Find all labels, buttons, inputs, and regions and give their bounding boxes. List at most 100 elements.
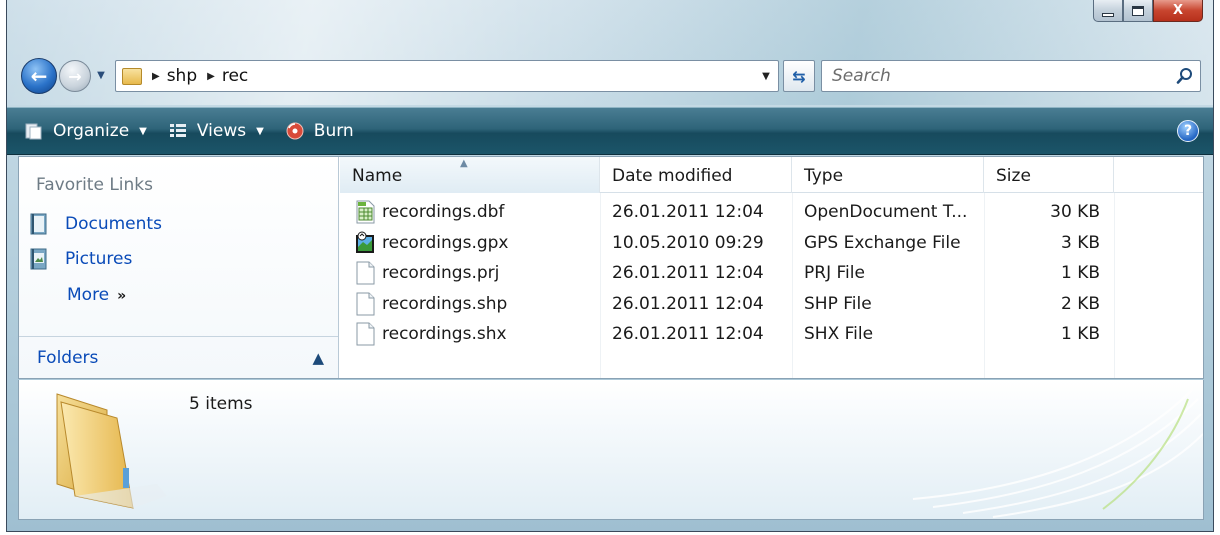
recent-pages-dropdown[interactable]: ▼ bbox=[94, 69, 108, 83]
column-header-label: Name bbox=[352, 166, 403, 186]
burn-label: Burn bbox=[313, 121, 354, 141]
views-menu[interactable]: Views ▼ bbox=[163, 116, 268, 146]
search-icon[interactable] bbox=[1170, 67, 1200, 85]
refresh-button[interactable]: ⇆ bbox=[783, 60, 815, 92]
command-bar: Organize ▼ Views ▼ Burn ? bbox=[7, 107, 1213, 155]
organize-label: Organize bbox=[53, 121, 130, 141]
file-row[interactable]: recordings.shx 26.01.2011 12:04 SHX File… bbox=[340, 319, 1203, 350]
column-header-label: Size bbox=[996, 166, 1031, 186]
file-name-cell: recordings.dbf bbox=[340, 200, 600, 224]
file-name-cell: recordings.shp bbox=[340, 292, 600, 316]
details-pane: 5 items bbox=[18, 380, 1204, 520]
favorite-link-label: Pictures bbox=[65, 249, 133, 269]
maximize-icon bbox=[1132, 5, 1144, 16]
burn-button[interactable]: Burn bbox=[280, 116, 358, 146]
column-header-label: Date modified bbox=[612, 166, 733, 186]
burn-disc-icon bbox=[284, 121, 306, 141]
help-icon: ? bbox=[1183, 123, 1193, 139]
file-name: recordings.shx bbox=[382, 324, 507, 345]
explorer-window: X ← → ▼ ▶ shp ▶ rec ▼ ⇆ Organize ▼ bbox=[6, 0, 1214, 532]
file-type: SHX File bbox=[804, 324, 874, 345]
file-size: 1 KB bbox=[1060, 263, 1100, 284]
column-header-size[interactable]: Size bbox=[984, 157, 1114, 193]
file-size: 2 KB bbox=[1060, 293, 1100, 314]
breadcrumb-separator-icon[interactable]: ▶ bbox=[152, 71, 160, 82]
file-name: recordings.shp bbox=[382, 293, 508, 314]
documents-icon bbox=[30, 213, 47, 235]
maximize-button[interactable] bbox=[1123, 0, 1153, 22]
favorite-link-pictures[interactable]: Pictures bbox=[29, 248, 132, 270]
file-row[interactable]: recordings.prj 26.01.2011 12:04 PRJ File… bbox=[340, 258, 1203, 289]
chevron-down-icon: ▼ bbox=[97, 70, 105, 81]
folders-label: Folders bbox=[37, 347, 99, 368]
views-icon bbox=[167, 121, 189, 141]
file-name-cell: recordings.gpx bbox=[340, 231, 600, 255]
chevron-down-icon: ▼ bbox=[256, 125, 264, 137]
file-name-cell: recordings.prj bbox=[340, 261, 600, 285]
file-size: 30 KB bbox=[1050, 202, 1100, 223]
favorite-links-more[interactable]: More » bbox=[67, 285, 126, 305]
file-date: 26.01.2011 12:04 bbox=[612, 324, 764, 345]
file-row[interactable]: recordings.dbf 26.01.2011 12:04 OpenDocu… bbox=[340, 197, 1203, 228]
column-header-date-modified[interactable]: Date modified bbox=[600, 157, 792, 193]
file-type: SHP File bbox=[804, 293, 872, 314]
chevron-down-icon: ▼ bbox=[139, 125, 147, 137]
file-name: recordings.prj bbox=[382, 263, 500, 284]
spreadsheet-file-icon bbox=[356, 200, 375, 224]
forward-arrow-icon: → bbox=[68, 66, 82, 86]
file-list: recordings.dbf 26.01.2011 12:04 OpenDocu… bbox=[340, 197, 1203, 350]
address-dropdown-button[interactable]: ▼ bbox=[754, 61, 778, 91]
generic-file-icon bbox=[356, 322, 375, 346]
file-name-cell: recordings.shx bbox=[340, 322, 600, 346]
file-date: 10.05.2010 09:29 bbox=[612, 232, 764, 253]
breadcrumb-separator-icon[interactable]: ▶ bbox=[207, 71, 215, 82]
back-arrow-icon: ← bbox=[30, 64, 48, 88]
search-box[interactable] bbox=[821, 60, 1201, 92]
favorite-link-documents[interactable]: Documents bbox=[29, 213, 162, 235]
sort-ascending-icon: ▲ bbox=[460, 158, 468, 169]
caption-buttons: X bbox=[1093, 0, 1203, 22]
organize-icon bbox=[23, 121, 45, 141]
file-row[interactable]: recordings.shp 26.01.2011 12:04 SHP File… bbox=[340, 289, 1203, 320]
decorative-swoosh bbox=[912, 388, 1203, 518]
generic-file-icon bbox=[356, 292, 375, 316]
column-header-name[interactable]: ▲ Name bbox=[340, 157, 600, 193]
chevron-down-icon: ▼ bbox=[762, 70, 770, 82]
close-button[interactable]: X bbox=[1153, 0, 1203, 22]
back-button[interactable]: ← bbox=[21, 58, 57, 94]
search-input[interactable] bbox=[822, 66, 1170, 86]
favorite-link-label: Documents bbox=[65, 214, 162, 234]
refresh-icon: ⇆ bbox=[792, 66, 806, 86]
more-label: More bbox=[67, 285, 110, 305]
navigation-pane: Favorite Links Documents Pictures More» … bbox=[19, 157, 339, 378]
organize-menu[interactable]: Organize ▼ bbox=[19, 116, 151, 146]
forward-button[interactable]: → bbox=[59, 60, 91, 92]
file-name: recordings.dbf bbox=[382, 202, 505, 223]
navigation-row: ← → ▼ ▶ shp ▶ rec ▼ ⇆ bbox=[7, 56, 1213, 96]
close-icon: X bbox=[1172, 3, 1184, 18]
views-label: Views bbox=[196, 121, 247, 141]
pictures-icon bbox=[30, 248, 47, 270]
chevron-up-icon: ▲ bbox=[312, 348, 324, 367]
column-header-row: ▲ Name Date modified Type Size bbox=[340, 157, 1203, 193]
folders-toggle[interactable]: Folders ▲ bbox=[19, 336, 338, 378]
help-button[interactable]: ? bbox=[1177, 120, 1199, 142]
folder-icon bbox=[122, 67, 142, 85]
file-date: 26.01.2011 12:04 bbox=[612, 202, 764, 223]
minimize-button[interactable] bbox=[1093, 0, 1123, 22]
file-date: 26.01.2011 12:04 bbox=[612, 263, 764, 284]
address-bar[interactable]: ▶ shp ▶ rec ▼ bbox=[115, 60, 779, 92]
file-type: OpenDocument T... bbox=[804, 202, 968, 223]
item-count: 5 items bbox=[189, 394, 253, 414]
file-type: GPS Exchange File bbox=[804, 232, 961, 253]
file-row[interactable]: recordings.gpx 10.05.2010 09:29 GPS Exch… bbox=[340, 228, 1203, 259]
column-header-type[interactable]: Type bbox=[792, 157, 984, 193]
gps-file-icon bbox=[356, 231, 374, 253]
file-date: 26.01.2011 12:04 bbox=[612, 293, 764, 314]
favorite-links-heading: Favorite Links bbox=[36, 175, 154, 195]
breadcrumb-shp[interactable]: shp bbox=[167, 66, 197, 86]
breadcrumb-rec[interactable]: rec bbox=[222, 66, 248, 86]
double-chevron-right-icon: » bbox=[117, 288, 127, 304]
generic-file-icon bbox=[356, 261, 375, 285]
column-header-label: Type bbox=[804, 166, 844, 186]
